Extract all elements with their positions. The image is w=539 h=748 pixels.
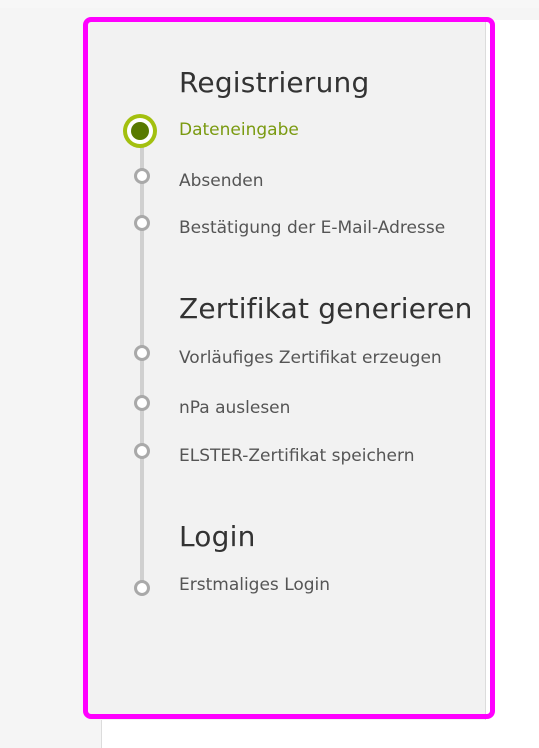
section-title-login: Login [179, 520, 256, 553]
step-active-dot-icon [123, 114, 157, 148]
timeline-line [140, 140, 144, 590]
step-dot-icon [134, 580, 150, 596]
top-strip [0, 0, 539, 8]
step-dateneingabe: Dateneingabe [179, 120, 299, 140]
section-title-zertifikat-generieren: Zertifikat generieren [179, 292, 473, 325]
page: Registrierung Dateneingabe Absenden Best… [0, 0, 539, 748]
section-title-registrierung: Registrierung [179, 66, 370, 99]
step-dot-icon [134, 395, 150, 411]
step-dot-icon [134, 168, 150, 184]
step-erstmaliges-login: Erstmaliges Login [179, 575, 331, 595]
step-elster-zertifikat-speichern: ELSTER-Zertifikat speichern [179, 446, 415, 466]
step-npa-auslesen: nPa auslesen [179, 398, 291, 418]
step-bestaetigung-email: Bestätigung der E-Mail-Adresse [179, 218, 446, 238]
step-dot-icon [134, 443, 150, 459]
step-dot-icon [134, 345, 150, 361]
step-absenden: Absenden [179, 171, 264, 191]
step-vorlaeufiges-zertifikat: Vorläufiges Zertifikat erzeugen [179, 348, 442, 368]
step-dot-icon [134, 215, 150, 231]
